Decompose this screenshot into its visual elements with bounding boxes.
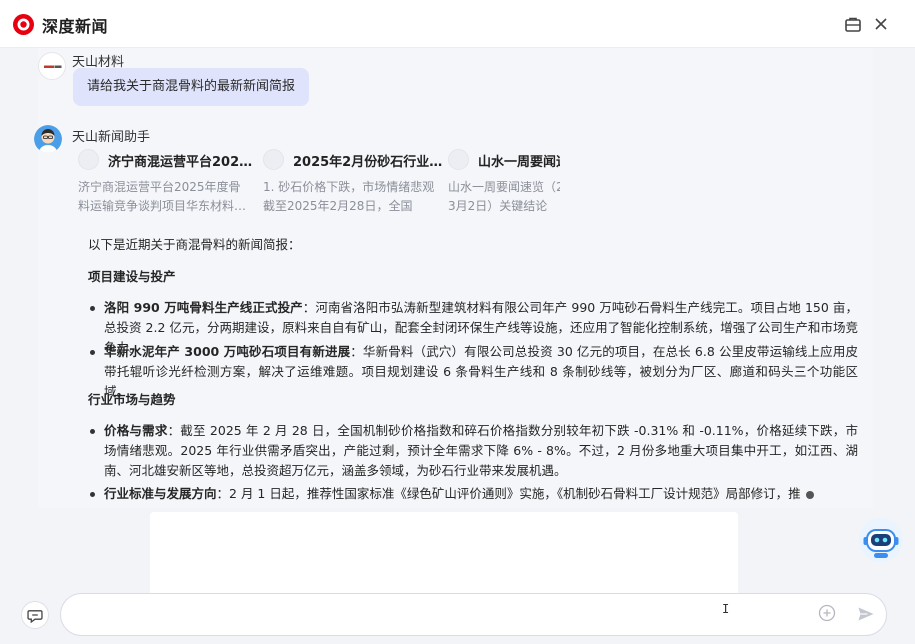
- section-heading: 行业市场与趋势: [88, 392, 176, 407]
- user-message: 请给我关于商混骨料的最新新闻简报: [73, 68, 310, 106]
- source-snippet: 山水一周要闻速览（2月24日—3月2日）关键结论: [448, 180, 560, 213]
- user-avatar: [38, 52, 66, 80]
- briefcase-icon[interactable]: [843, 14, 863, 34]
- source-favicon-icon: [263, 149, 284, 170]
- source-card[interactable]: 山水一周要闻速览 山水一周要闻速览（2月24日—3月2日）关键结论: [448, 147, 560, 219]
- bullet: [90, 350, 95, 355]
- news-item-lead: 洛阳 990 万吨骨料生产线正式投产: [104, 300, 303, 315]
- source-card[interactable]: 2025年2月份砂石行业运行分析 1. 砂石价格下跌，市场情绪悲观 截至2025…: [263, 147, 443, 219]
- source-title: 山水一周要闻速览: [478, 155, 560, 170]
- source-title: 济宁商混运营平台2025年度骨料运输竞: [108, 155, 258, 170]
- bullet: [90, 429, 95, 434]
- streaming-indicator: [805, 490, 814, 499]
- section-heading: 项目建设与投产: [88, 269, 176, 284]
- news-item-lead: 价格与需求: [104, 423, 168, 438]
- source-favicon-icon: [448, 149, 469, 170]
- source-snippet: 1. 砂石价格下跌，市场情绪悲观 截至2025年2月28日，全国: [263, 180, 435, 213]
- assistant-avatar: [34, 125, 62, 153]
- bullet: [90, 306, 95, 311]
- answer-intro: 以下是近期关于商混骨料的新闻简报：: [88, 237, 301, 252]
- robot-assistant-icon[interactable]: [858, 517, 904, 563]
- news-item-lead: 华新水泥年产 3000 万吨砂石项目有新进展: [104, 344, 351, 359]
- add-circle-icon[interactable]: [818, 604, 836, 622]
- news-item-body: ：2 月 1 日起，推荐性国家标准《绿色矿山评价通则》实施，《机制砂石骨料工厂设…: [216, 486, 801, 501]
- message-input-box[interactable]: [60, 593, 887, 636]
- chat-history-icon[interactable]: [21, 601, 49, 629]
- assistant-name: 天山新闻助手: [72, 130, 151, 145]
- source-card[interactable]: 济宁商混运营平台2025年度骨料运输竞 济宁商混运营平台2025年度骨料运输竞争…: [78, 147, 258, 219]
- news-item: 华新水泥年产 3000 万吨砂石项目有新进展：华新骨料（武穴）有限公司总投资 3…: [88, 342, 858, 402]
- news-item: 行业标准与发展方向：2 月 1 日起，推荐性国家标准《绿色矿山评价通则》实施，《…: [88, 484, 858, 504]
- source-cards: 济宁商混运营平台2025年度骨料运输竞 济宁商混运营平台2025年度骨料运输竞争…: [78, 147, 560, 219]
- app-title: 深度新闻: [42, 17, 109, 36]
- send-icon[interactable]: [856, 604, 876, 624]
- assistant-avatar-icon: [34, 125, 62, 153]
- source-title: 2025年2月份砂石行业运行分析: [293, 155, 443, 170]
- message-input[interactable]: [83, 603, 703, 627]
- content-fade-panel: [150, 512, 738, 600]
- news-item-lead: 行业标准与发展方向: [104, 486, 217, 501]
- brand-logo-icon: [13, 14, 34, 35]
- title-bar: 深度新闻: [0, 0, 915, 48]
- close-icon[interactable]: [871, 14, 891, 34]
- news-item-body: ：截至 2025 年 2 月 28 日，全国机制砂价格指数和碎石价格指数分别较年…: [104, 423, 858, 478]
- source-snippet: 济宁商混运营平台2025年度骨料运输竞争谈判项目华东材料有限公司: [78, 180, 247, 213]
- news-item: 价格与需求：截至 2025 年 2 月 28 日，全国机制砂价格指数和碎石价格指…: [88, 421, 858, 481]
- bullet: [90, 492, 95, 497]
- text-cursor: I: [722, 602, 730, 616]
- source-favicon-icon: [78, 149, 99, 170]
